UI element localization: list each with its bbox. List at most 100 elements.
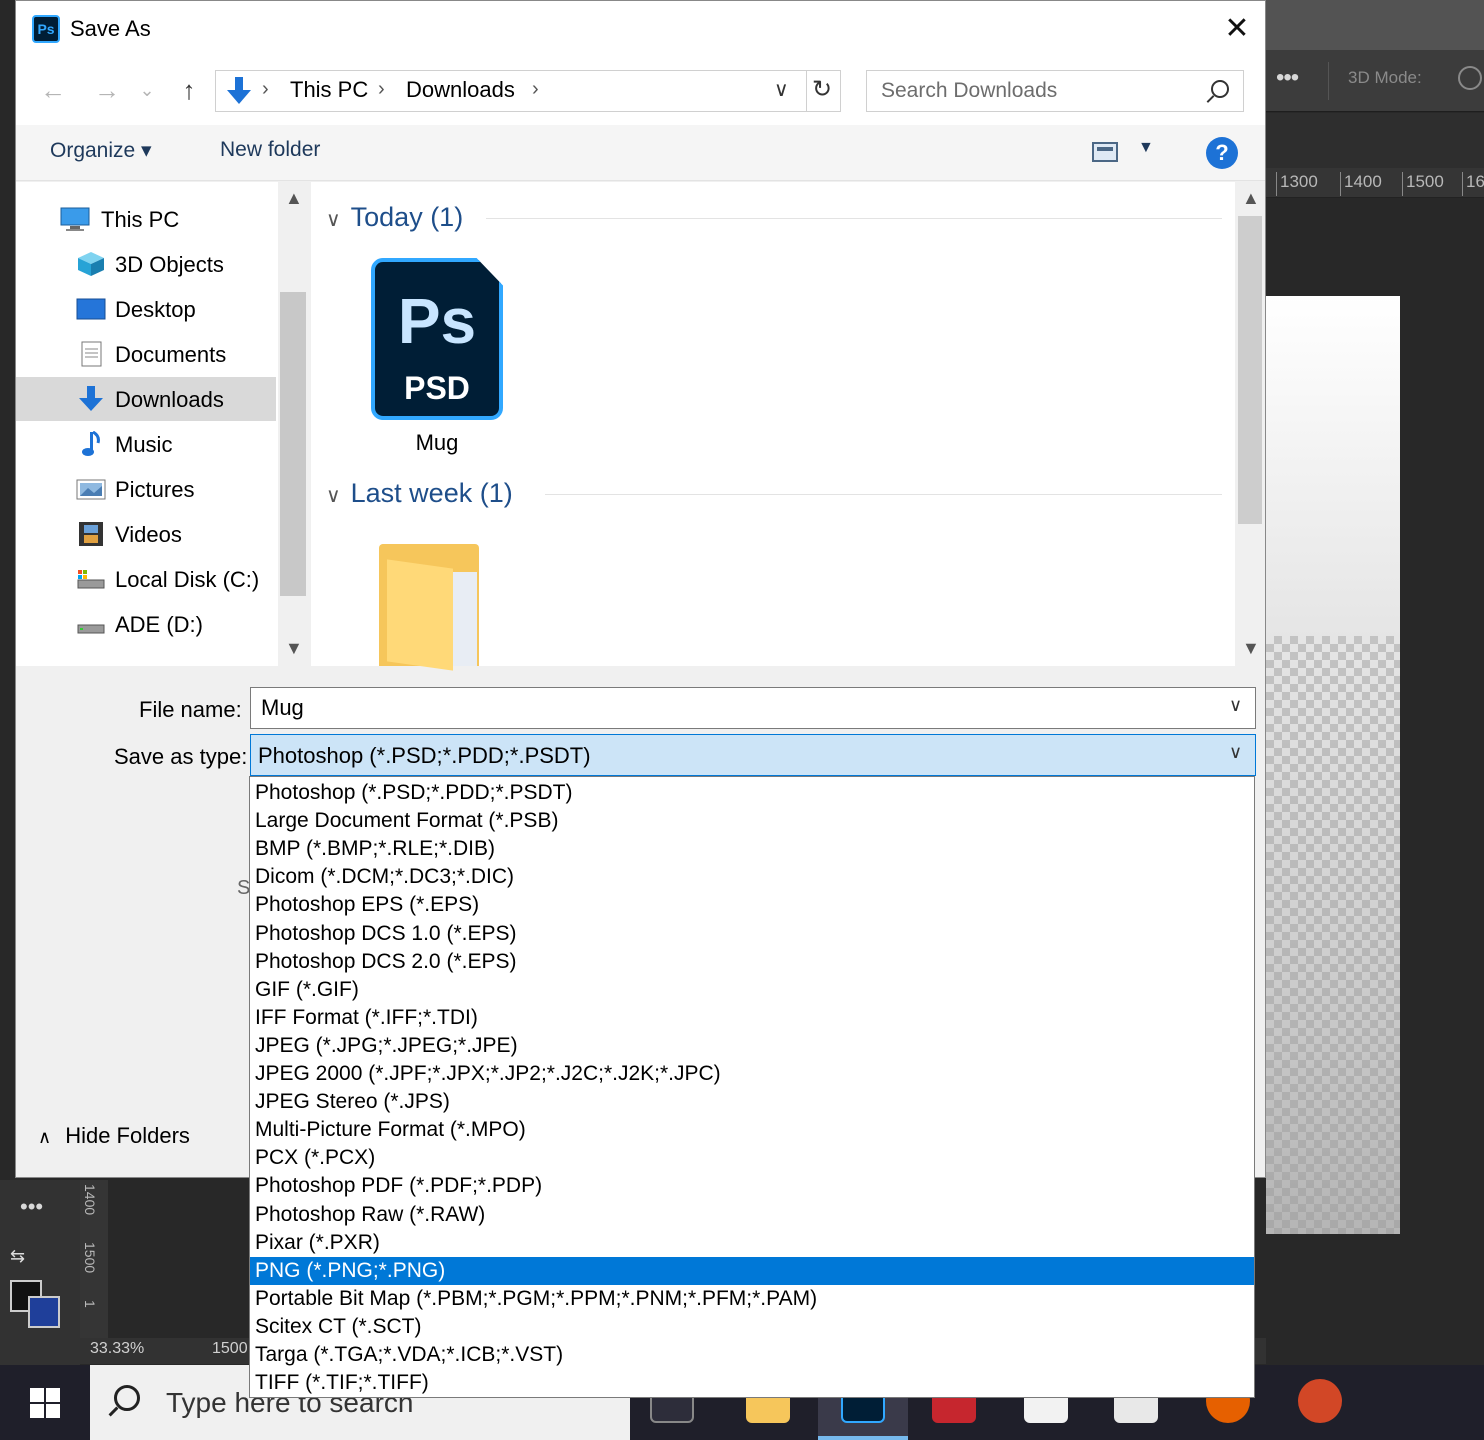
scroll-down-icon[interactable]: ▼ bbox=[285, 638, 303, 659]
type-option[interactable]: Photoshop PDF (*.PDF;*.PDP) bbox=[250, 1172, 1254, 1200]
recent-locations-button[interactable]: ⌄ bbox=[136, 73, 158, 107]
type-option[interactable]: GIF (*.GIF) bbox=[250, 976, 1254, 1004]
zoom-level[interactable]: 33.33% bbox=[90, 1340, 144, 1358]
breadcrumb-separator[interactable]: › bbox=[532, 78, 539, 101]
type-option[interactable]: Portable Bit Map (*.PBM;*.PGM;*.PPM;*.PN… bbox=[250, 1285, 1254, 1313]
sidebar-item-local-disk-c[interactable]: Local Disk (C:) bbox=[16, 557, 276, 601]
psd-icon-type: PSD bbox=[404, 370, 470, 406]
type-option[interactable]: TIFF (*.TIF;*.TIFF) bbox=[250, 1369, 1254, 1397]
group-label: Today (1) bbox=[350, 202, 464, 232]
scroll-up-icon[interactable]: ▲ bbox=[1242, 188, 1260, 209]
ruler-tick: 1300 bbox=[1276, 172, 1318, 196]
orbit-icon[interactable] bbox=[1458, 66, 1482, 90]
desktop-icon bbox=[76, 298, 106, 320]
chevron-down-icon: ∨ bbox=[326, 209, 341, 231]
address-bar[interactable]: › This PC › Downloads › ∨ ↻ bbox=[215, 70, 841, 112]
type-option[interactable]: PCX (*.PCX) bbox=[250, 1144, 1254, 1172]
type-option[interactable]: Photoshop DCS 1.0 (*.EPS) bbox=[250, 920, 1254, 948]
start-button[interactable] bbox=[0, 1365, 90, 1440]
more-options-icon[interactable]: ••• bbox=[1276, 64, 1299, 92]
folder-icon[interactable] bbox=[379, 544, 494, 671]
dialog-titlebar: Ps Save As ✕ bbox=[16, 1, 1265, 57]
scroll-up-icon[interactable]: ▲ bbox=[285, 188, 303, 209]
type-option[interactable]: Pixar (*.PXR) bbox=[250, 1229, 1254, 1257]
type-option[interactable]: Dicom (*.DCM;*.DC3;*.DIC) bbox=[250, 863, 1254, 891]
scroll-down-icon[interactable]: ▼ bbox=[1242, 638, 1260, 659]
psd-file-icon[interactable]: Ps PSD bbox=[371, 258, 503, 420]
file-name-combobox[interactable]: ∨ bbox=[250, 687, 1256, 729]
edit-toolbar-icon[interactable]: ••• bbox=[20, 1194, 43, 1220]
type-option[interactable]: Multi-Picture Format (*.MPO) bbox=[250, 1116, 1254, 1144]
type-option[interactable]: Scitex CT (*.SCT) bbox=[250, 1313, 1254, 1341]
sidebar-item-downloads[interactable]: Downloads bbox=[16, 377, 276, 421]
sidebar-item-pictures[interactable]: Pictures bbox=[16, 467, 276, 511]
document-canvas[interactable] bbox=[1266, 296, 1400, 1234]
type-option[interactable]: JPEG Stereo (*.JPS) bbox=[250, 1088, 1254, 1116]
up-button[interactable]: ↑ bbox=[172, 73, 206, 107]
breadcrumb-downloads[interactable]: Downloads bbox=[406, 77, 515, 103]
save-as-type-select[interactable]: Photoshop (*.PSD;*.PDD;*.PSDT) ∨ bbox=[250, 734, 1256, 776]
group-header-last-week[interactable]: ∨ Last week (1) bbox=[326, 478, 513, 509]
breadcrumb-this-pc[interactable]: This PC bbox=[290, 77, 368, 103]
sidebar-item-label: Documents bbox=[115, 342, 227, 367]
change-view-icon[interactable] bbox=[1092, 142, 1118, 162]
type-option[interactable]: JPEG 2000 (*.JPF;*.JPX;*.JP2;*.J2C;*.J2K… bbox=[250, 1060, 1254, 1088]
type-option[interactable]: PNG (*.PNG;*.PNG) bbox=[250, 1256, 1254, 1285]
type-option[interactable]: Large Document Format (*.PSB) bbox=[250, 807, 1254, 835]
sidebar-item-3d-objects[interactable]: 3D Objects bbox=[16, 242, 276, 286]
chevron-down-icon[interactable]: ∨ bbox=[1229, 742, 1242, 763]
type-option[interactable]: Photoshop DCS 2.0 (*.EPS) bbox=[250, 948, 1254, 976]
close-button[interactable]: ✕ bbox=[1216, 9, 1258, 49]
breadcrumb-separator[interactable]: › bbox=[378, 78, 385, 101]
file-name-label[interactable]: Mug bbox=[371, 430, 503, 456]
search-input[interactable] bbox=[867, 71, 1197, 111]
file-name-label: File name: bbox=[139, 697, 242, 722]
type-option[interactable]: Photoshop EPS (*.EPS) bbox=[250, 891, 1254, 919]
search-icon bbox=[114, 1385, 140, 1411]
folder-front bbox=[387, 559, 453, 671]
powerpoint-taskbar-icon[interactable] bbox=[1298, 1379, 1342, 1423]
scrollbar-thumb[interactable] bbox=[1238, 216, 1262, 524]
file-list-scrollbar[interactable]: ▲ ▼ bbox=[1235, 182, 1265, 666]
chevron-down-icon[interactable]: ∨ bbox=[1229, 695, 1242, 716]
forward-button[interactable]: → bbox=[90, 73, 124, 107]
address-history-dropdown[interactable]: ∨ bbox=[774, 77, 789, 102]
group-header-today[interactable]: ∨ Today (1) bbox=[326, 202, 463, 233]
sidebar-item-music[interactable]: Music bbox=[16, 422, 276, 466]
drive-icon bbox=[77, 624, 105, 634]
group-label: Last week (1) bbox=[350, 478, 513, 508]
breadcrumb-separator[interactable]: › bbox=[262, 78, 269, 101]
type-option[interactable]: Targa (*.TGA;*.VDA;*.ICB;*.VST) bbox=[250, 1341, 1254, 1369]
type-option[interactable]: Photoshop (*.PSD;*.PDD;*.PSDT) bbox=[250, 779, 1254, 807]
organize-button[interactable]: Organize ▾ bbox=[50, 138, 152, 163]
sidebar-item-videos[interactable]: Videos bbox=[16, 512, 276, 556]
type-option[interactable]: JPEG (*.JPG;*.JPEG;*.JPE) bbox=[250, 1032, 1254, 1060]
command-bar: Organize ▾ New folder ▼ ? bbox=[16, 125, 1265, 181]
sidebar-item-documents[interactable]: Documents bbox=[16, 332, 276, 376]
save-as-type-dropdown-list: Photoshop (*.PSD;*.PDD;*.PSDT) Large Docu… bbox=[249, 776, 1255, 1398]
new-folder-button[interactable]: New folder bbox=[220, 138, 320, 162]
sidebar-item-ade-d[interactable]: ADE (D:) bbox=[16, 602, 276, 646]
view-options-dropdown[interactable]: ▼ bbox=[1138, 139, 1154, 157]
search-icon[interactable] bbox=[1211, 80, 1229, 98]
hide-folders-button[interactable]: ∧ Hide Folders bbox=[38, 1123, 190, 1149]
search-box[interactable] bbox=[866, 70, 1244, 112]
type-option[interactable]: BMP (*.BMP;*.RLE;*.DIB) bbox=[250, 835, 1254, 863]
file-name-input[interactable] bbox=[251, 688, 1211, 728]
computer-icon bbox=[60, 207, 90, 231]
type-option[interactable]: Photoshop Raw (*.RAW) bbox=[250, 1201, 1254, 1229]
scrollbar-thumb[interactable] bbox=[280, 292, 306, 596]
swap-colors-icon[interactable]: ⇆ bbox=[10, 1246, 25, 1267]
sidebar-item-desktop[interactable]: Desktop bbox=[16, 287, 276, 331]
navigation-pane: This PC 3D Objects Desktop Documents Dow… bbox=[16, 182, 308, 666]
type-option[interactable]: IFF Format (*.IFF;*.TDI) bbox=[250, 1004, 1254, 1032]
sidebar-item-this-pc[interactable]: This PC bbox=[16, 197, 276, 241]
background-color-swatch[interactable] bbox=[28, 1296, 60, 1328]
navigation-pane-scrollbar[interactable]: ▲ ▼ bbox=[278, 182, 308, 666]
photoshop-app-icon: Ps bbox=[32, 15, 60, 43]
back-button[interactable]: ← bbox=[36, 73, 70, 107]
refresh-icon[interactable]: ↻ bbox=[812, 75, 832, 104]
help-button[interactable]: ? bbox=[1206, 137, 1238, 169]
photoshop-options-bar: ••• 3D Mode: bbox=[1266, 50, 1484, 112]
chevron-up-icon: ∧ bbox=[38, 1127, 52, 1147]
